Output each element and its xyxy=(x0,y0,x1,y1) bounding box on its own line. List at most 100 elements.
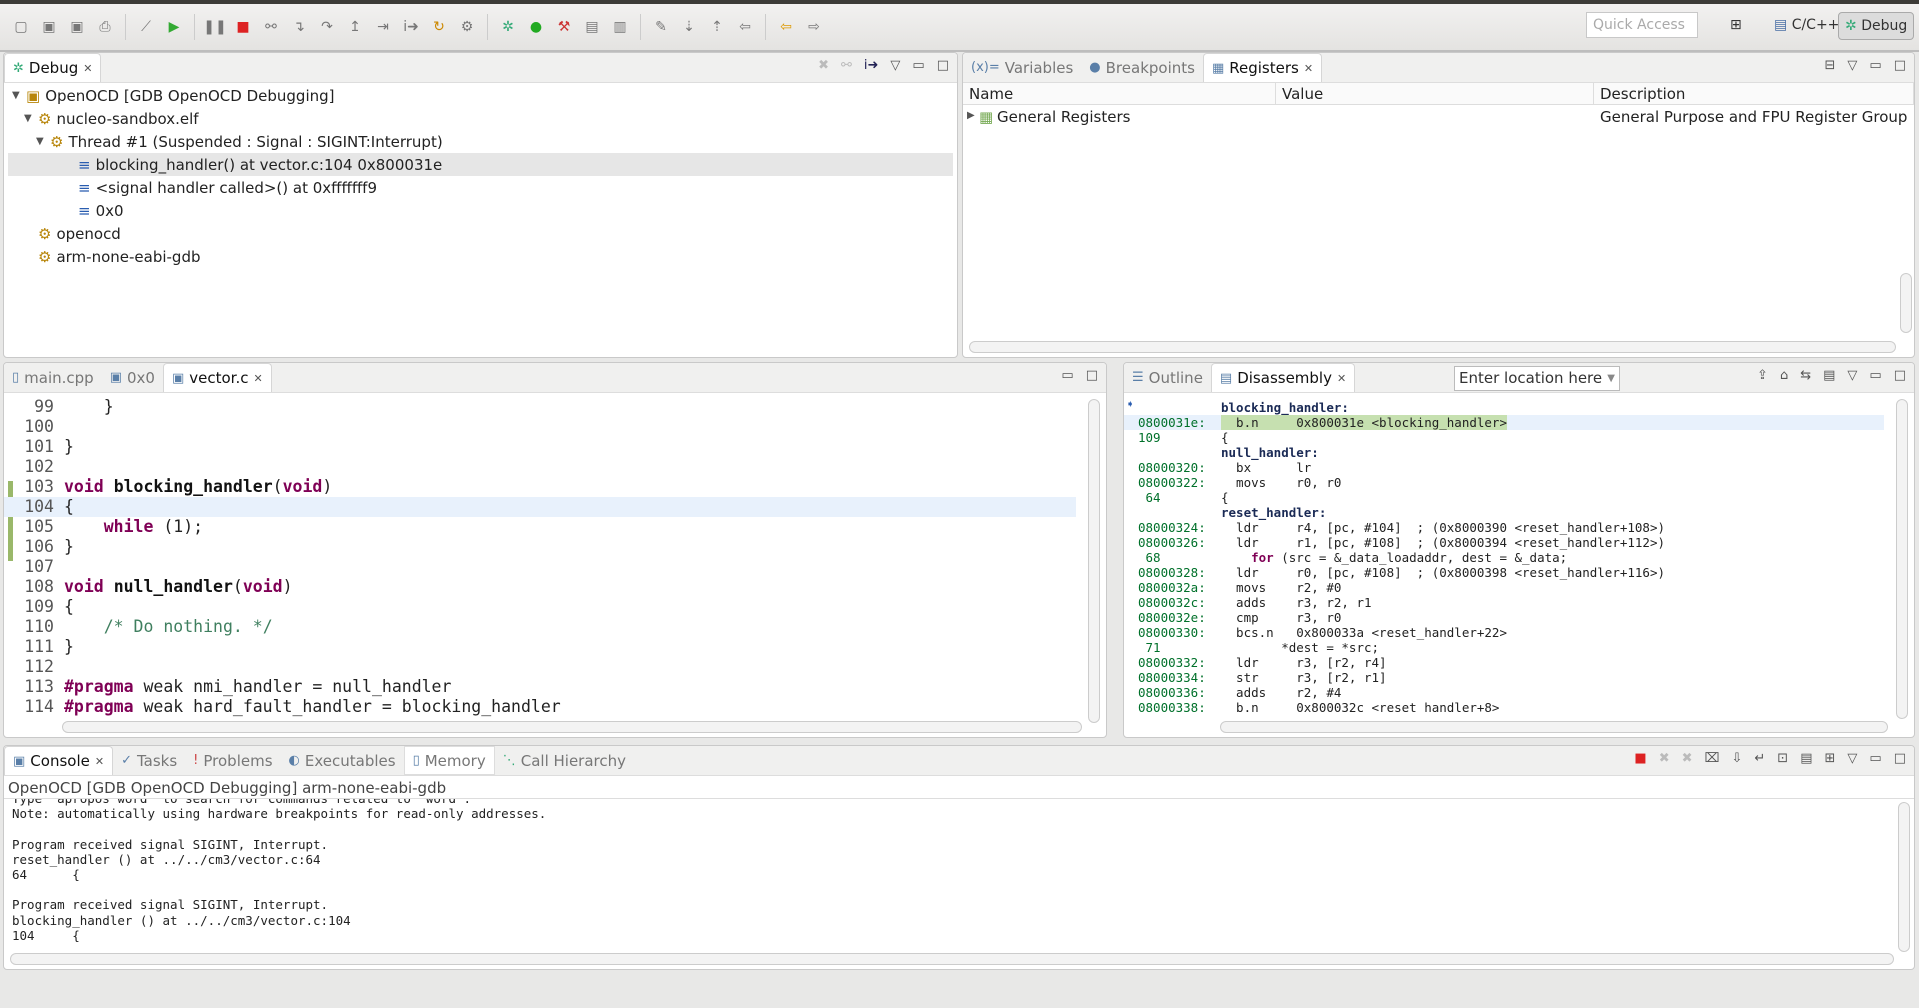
code-line[interactable]: 102 xyxy=(4,457,1076,477)
disconnect-icon[interactable]: ⚯ xyxy=(260,16,282,38)
last-edit-icon[interactable]: ⇦ xyxy=(734,16,756,38)
code-line[interactable]: 106} xyxy=(4,537,1076,557)
disassembly-line[interactable]: 08000322: movs r0, r0 xyxy=(1124,475,1884,490)
close-icon[interactable]: ✕ xyxy=(95,755,104,768)
expand-icon[interactable]: ▼ xyxy=(36,136,48,147)
step-return-icon[interactable]: ↥ xyxy=(344,16,366,38)
disassembly-line[interactable]: 68 for (src = &_data_loadaddr, dest = &_… xyxy=(1124,550,1884,565)
disassembly-line[interactable]: 08000338: b.n 0x800032c <reset_handler+8… xyxy=(1124,700,1884,713)
debug-config-icon[interactable]: ⚙ xyxy=(456,16,478,38)
horizontal-scrollbar[interactable] xyxy=(969,341,1896,353)
column-header-name[interactable]: Name xyxy=(963,83,1276,105)
minimize-icon[interactable]: ▭ xyxy=(1869,751,1881,766)
search-icon[interactable]: ✎ xyxy=(650,16,672,38)
perspective-debug[interactable]: ✲ Debug xyxy=(1838,12,1915,40)
collapse-all-icon[interactable]: ⊟ xyxy=(1825,58,1836,73)
code-line[interactable]: 101} xyxy=(4,437,1076,457)
perspective-cpp[interactable]: ▤ C/C++ xyxy=(1768,12,1845,40)
column-header-description[interactable]: Description xyxy=(1594,83,1914,105)
word-wrap-icon[interactable]: ↵ xyxy=(1754,751,1765,766)
function-label-line[interactable]: null_handler: xyxy=(1124,445,1884,460)
expand-icon[interactable]: ▼ xyxy=(24,113,36,124)
dropdown-icon[interactable]: ▼ xyxy=(1607,373,1615,384)
goto-pc-icon[interactable]: ⇪ xyxy=(1757,368,1768,383)
save-icon[interactable]: ▣ xyxy=(38,16,60,38)
step-over-icon[interactable]: ↷ xyxy=(316,16,338,38)
debug-tree-item[interactable]: ⚙ openocd xyxy=(8,222,953,245)
column-header-value[interactable]: Value xyxy=(1276,83,1594,105)
tab-registers[interactable]: ▦ Registers ✕ xyxy=(1202,53,1323,82)
disassembly-line[interactable]: 08000330: bcs.n 0x800033a <reset_handler… xyxy=(1124,625,1884,640)
view-menu-icon[interactable]: ▽ xyxy=(1847,368,1857,383)
disassembly-line[interactable]: 0800032e: cmp r3, r0 xyxy=(1124,610,1884,625)
code-line[interactable]: 104 { xyxy=(4,497,1076,517)
code-line[interactable]: 113 #pragma weak nmi_handler = null_handl… xyxy=(4,677,1076,697)
view-menu-icon[interactable]: ▽ xyxy=(1847,751,1857,766)
suspend-icon[interactable]: ❚❚ xyxy=(203,16,226,38)
disassembly-line[interactable]: 64 { xyxy=(1124,490,1884,505)
code-line[interactable]: 107 xyxy=(4,557,1076,577)
disassembly-line[interactable]: 08000324: ldr r4, [pc, #104] ; (0x800039… xyxy=(1124,520,1884,535)
disassembly-line[interactable]: 0800032a: movs r2, #0 xyxy=(1124,580,1884,595)
code-line[interactable]: 109 { xyxy=(4,597,1076,617)
code-line[interactable]: 103 void blocking_handler(void) xyxy=(4,477,1076,497)
new-icon[interactable]: ▢ xyxy=(10,16,32,38)
resume-icon[interactable]: ▶ xyxy=(163,16,185,38)
code-line[interactable]: 100 xyxy=(4,417,1076,437)
external-tools-icon[interactable]: ⚒ xyxy=(553,16,575,38)
maximize-icon[interactable]: □ xyxy=(1894,368,1906,383)
previous-annotation-icon[interactable]: ⇡ xyxy=(706,16,728,38)
vertical-scrollbar[interactable] xyxy=(1898,802,1910,952)
tab-debug[interactable]: ✲ Debug ✕ xyxy=(4,53,102,82)
debug-tree-item[interactable]: ⚙ arm-none-eabi-gdb xyxy=(8,245,953,268)
scroll-lock-icon[interactable]: ⇩ xyxy=(1731,751,1742,766)
disassembly-line[interactable]: 0800032c: adds r3, r2, r1 xyxy=(1124,595,1884,610)
tab-outline[interactable]: ☰ Outline xyxy=(1124,363,1211,392)
tab-memory[interactable]: ▯ Memory xyxy=(403,746,495,775)
forward-icon[interactable]: ⇨ xyxy=(803,16,825,38)
connect-icon[interactable]: ⚯ xyxy=(841,58,852,73)
remove-terminated-icon[interactable]: ✖ xyxy=(818,58,829,73)
tab-0x0[interactable]: ▣ 0x0 xyxy=(102,363,163,392)
run-icon[interactable]: ● xyxy=(525,16,547,38)
remove-all-icon[interactable]: ✖ xyxy=(1682,751,1693,766)
debug-tree-item[interactable]: ≡ 0x0 xyxy=(8,199,953,222)
code-line[interactable]: 114 #pragma weak hard_fault_handler = blo… xyxy=(4,697,1076,717)
tab-vector-c[interactable]: ▣ vector.c ✕ xyxy=(162,363,272,392)
debug-tree-item[interactable]: ≡ blocking_handler() at vector.c:104 0x80… xyxy=(8,153,953,176)
disassembly-line[interactable]: 08000320: bx lr xyxy=(1124,460,1884,475)
print-icon[interactable]: ⎙ xyxy=(94,16,116,38)
tab-variables[interactable]: (x)= Variables xyxy=(963,53,1081,82)
code-line[interactable]: 111} xyxy=(4,637,1076,657)
expand-icon[interactable]: ▶ xyxy=(967,110,979,121)
tab-main-cpp[interactable]: ▯ main.cpp xyxy=(4,363,102,392)
code-line[interactable]: 112 xyxy=(4,657,1076,677)
bug-icon[interactable]: ✲ xyxy=(497,16,519,38)
function-label-line[interactable]: blocking_handler: xyxy=(1124,400,1884,415)
horizontal-scrollbar[interactable] xyxy=(1220,721,1888,733)
debug-tree-item[interactable]: ≡ <signal handler called>() at 0xfffffff9 xyxy=(8,176,953,199)
next-annotation-icon[interactable]: ⇣ xyxy=(678,16,700,38)
register-group-row[interactable]: ▶ ▦ General Registers General Purpose an… xyxy=(963,106,1914,129)
run-last-icon[interactable]: ↻ xyxy=(428,16,450,38)
tab-disassembly[interactable]: ▤ Disassembly ✕ xyxy=(1210,363,1356,392)
back-icon[interactable]: ⇦ xyxy=(775,16,797,38)
show-source-icon[interactable]: ▤ xyxy=(1823,368,1835,383)
open-perspective-button[interactable]: ⊞ xyxy=(1724,12,1748,40)
disassembly-line[interactable]: 08000336: adds r2, #4 xyxy=(1124,685,1884,700)
tab-executables[interactable]: ◐ Executables xyxy=(281,746,404,775)
location-input[interactable]: Enter location here ▼ xyxy=(1454,366,1620,391)
code-line[interactable]: 99 } xyxy=(4,397,1076,417)
quick-access-input[interactable]: Quick Access xyxy=(1586,12,1698,38)
disassembly-line[interactable]: 08000328: ldr r0, [pc, #108] ; (0x800039… xyxy=(1124,565,1884,580)
maximize-icon[interactable]: □ xyxy=(1894,751,1906,766)
expand-icon[interactable]: ▼ xyxy=(12,90,24,101)
instruction-step-icon[interactable]: i➜ xyxy=(864,58,879,73)
maximize-icon[interactable]: □ xyxy=(1086,368,1098,383)
clear-console-icon[interactable]: ⌧ xyxy=(1705,751,1720,766)
console-output[interactable]: Type "apropos word" to search for comman… xyxy=(4,799,1894,949)
disassembly-line[interactable]: 08000326: ldr r1, [pc, #108] ; (0x800039… xyxy=(1124,535,1884,550)
step-into-icon[interactable]: ↴ xyxy=(288,16,310,38)
code-line[interactable]: 110 /* Do nothing. */ xyxy=(4,617,1076,637)
maximize-icon[interactable]: □ xyxy=(937,58,949,73)
